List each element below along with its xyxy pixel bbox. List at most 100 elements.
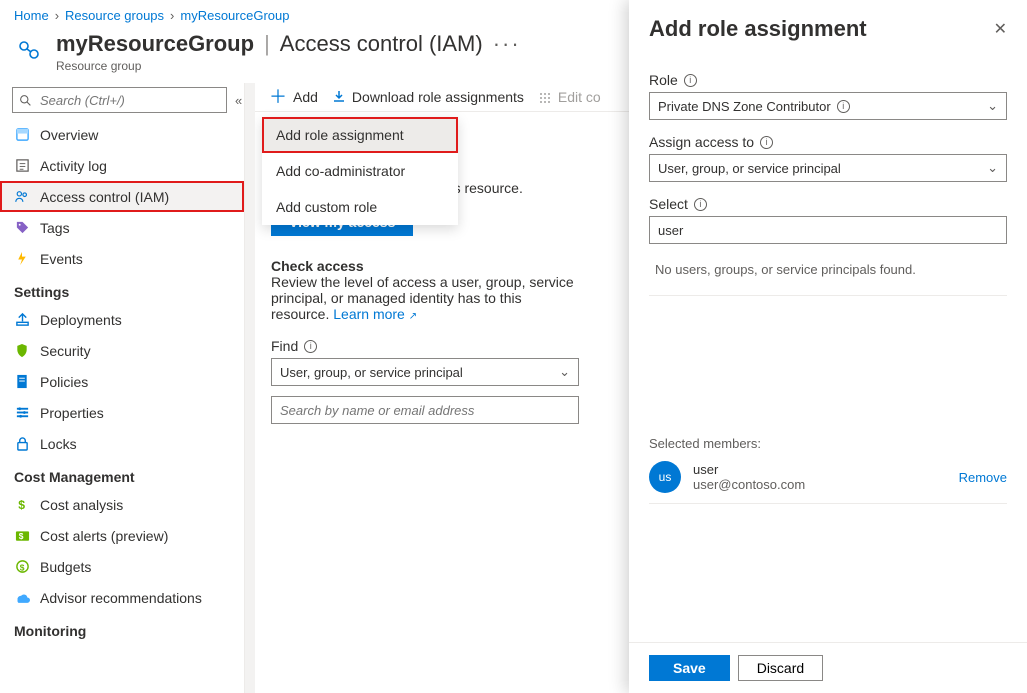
sidebar-item-label: Tags (40, 220, 70, 236)
select-input[interactable] (649, 216, 1007, 244)
sidebar-item-label: Advisor recommendations (40, 590, 202, 606)
cost-alerts-icon: $ (14, 528, 30, 544)
properties-icon (14, 405, 30, 421)
check-access-heading: Check access (271, 258, 579, 274)
sidebar-item-label: Properties (40, 405, 104, 421)
sidebar-item-cost-alerts[interactable]: $ Cost alerts (preview) (0, 520, 244, 551)
external-link-icon: ↗ (409, 311, 417, 322)
sidebar-item-deployments[interactable]: Deployments (0, 304, 244, 335)
chevron-right-icon: › (170, 8, 174, 23)
member-email: user@contoso.com (693, 477, 947, 492)
info-icon[interactable]: i (760, 136, 773, 149)
sidebar-item-label: Deployments (40, 312, 122, 328)
deployments-icon (14, 312, 30, 328)
edit-label: Edit co (558, 89, 601, 105)
role-select[interactable]: Private DNS Zone Contributor i ⌄ (649, 92, 1007, 120)
chevron-down-icon: ⌄ (987, 160, 998, 176)
assign-label: Assign access to (649, 134, 754, 150)
section-settings: Settings (0, 274, 244, 304)
selected-member-row: us user user@contoso.com Remove (649, 451, 1007, 504)
policies-icon (14, 374, 30, 390)
download-label: Download role assignments (352, 89, 524, 105)
sidebar-scrollbar[interactable] (245, 83, 255, 693)
download-button[interactable]: Download role assignments (332, 89, 524, 105)
assign-value: User, group, or service principal (658, 161, 841, 176)
save-button[interactable]: Save (649, 655, 730, 681)
search-input-wrap[interactable] (12, 87, 227, 113)
dropdown-item-add-custom-role[interactable]: Add custom role (262, 189, 458, 225)
sidebar-item-budgets[interactable]: $ Budgets (0, 551, 244, 582)
info-icon[interactable]: i (694, 198, 707, 211)
more-actions-button[interactable]: ··· (493, 31, 521, 57)
sidebar-item-security[interactable]: Security (0, 335, 244, 366)
dropdown-item-add-role-assignment[interactable]: Add role assignment (262, 117, 458, 153)
discard-button[interactable]: Discard (738, 655, 823, 681)
sidebar-item-advisor[interactable]: Advisor recommendations (0, 582, 244, 613)
shield-icon (14, 343, 30, 359)
assign-select[interactable]: User, group, or service principal ⌄ (649, 154, 1007, 182)
page-title-main: myResourceGroup (56, 31, 254, 57)
svg-text:$: $ (18, 498, 25, 512)
section-cost: Cost Management (0, 459, 244, 489)
add-dropdown: Add role assignment Add co-administrator… (262, 117, 458, 225)
add-button[interactable]: ＋ Add (269, 89, 318, 105)
info-icon[interactable]: i (837, 100, 850, 113)
activity-log-icon (14, 158, 30, 174)
find-search-input[interactable] (271, 396, 579, 424)
crumb-resource-groups[interactable]: Resource groups (65, 8, 164, 23)
crumb-home[interactable]: Home (14, 8, 49, 23)
select-label: Select (649, 196, 688, 212)
sidebar-item-access-control[interactable]: Access control (IAM) (0, 181, 244, 212)
resource-group-icon (14, 35, 44, 65)
title-separator: | (264, 31, 270, 57)
sidebar-item-label: Locks (40, 436, 77, 452)
sidebar-item-label: Cost alerts (preview) (40, 528, 168, 544)
sidebar: « Overview Activity log Access control (… (0, 83, 245, 693)
info-icon[interactable]: i (684, 74, 697, 87)
close-icon[interactable]: ✕ (994, 19, 1007, 39)
section-monitoring: Monitoring (0, 613, 244, 649)
member-name: user (693, 462, 947, 477)
advisor-icon (14, 590, 30, 606)
sidebar-item-overview[interactable]: Overview (0, 119, 244, 150)
avatar: us (649, 461, 681, 493)
info-icon[interactable]: i (304, 340, 317, 353)
chevron-right-icon: › (55, 8, 59, 23)
sidebar-item-locks[interactable]: Locks (0, 428, 244, 459)
svg-text:$: $ (19, 562, 24, 572)
cost-analysis-icon: $ (14, 497, 30, 513)
add-label: Add (293, 89, 318, 105)
plus-icon: ＋ (269, 90, 287, 104)
sidebar-item-tags[interactable]: Tags (0, 212, 244, 243)
sidebar-item-label: Budgets (40, 559, 91, 575)
lock-icon (14, 436, 30, 452)
role-label: Role (649, 72, 678, 88)
flyout-title: Add role assignment (649, 16, 867, 42)
sidebar-item-properties[interactable]: Properties (0, 397, 244, 428)
edit-columns-button[interactable]: Edit co (538, 89, 601, 105)
role-value: Private DNS Zone Contributor (658, 99, 831, 114)
sidebar-item-cost-analysis[interactable]: $ Cost analysis (0, 489, 244, 520)
overview-icon (14, 127, 30, 143)
learn-more-link[interactable]: Learn more ↗ (333, 306, 417, 322)
dropdown-item-add-co-administrator[interactable]: Add co-administrator (262, 153, 458, 189)
chevron-down-icon: ⌄ (559, 364, 570, 380)
find-label: Find (271, 338, 298, 354)
search-input[interactable] (38, 92, 220, 109)
sidebar-item-label: Access control (IAM) (40, 189, 169, 205)
sidebar-item-events[interactable]: Events (0, 243, 244, 274)
columns-icon (538, 90, 552, 104)
budgets-icon: $ (14, 559, 30, 575)
chevron-down-icon: ⌄ (987, 98, 998, 114)
remove-member-link[interactable]: Remove (959, 470, 1007, 485)
crumb-current[interactable]: myResourceGroup (180, 8, 289, 23)
sidebar-item-policies[interactable]: Policies (0, 366, 244, 397)
no-results-text: No users, groups, or service principals … (649, 244, 1007, 296)
collapse-sidebar-button[interactable]: « (235, 93, 242, 108)
svg-text:$: $ (18, 530, 23, 540)
find-type-select[interactable]: User, group, or service principal ⌄ (271, 358, 579, 386)
sidebar-item-label: Events (40, 251, 83, 267)
page-title-sub: Access control (IAM) (280, 31, 483, 57)
sidebar-item-activity-log[interactable]: Activity log (0, 150, 244, 181)
tags-icon (14, 220, 30, 236)
